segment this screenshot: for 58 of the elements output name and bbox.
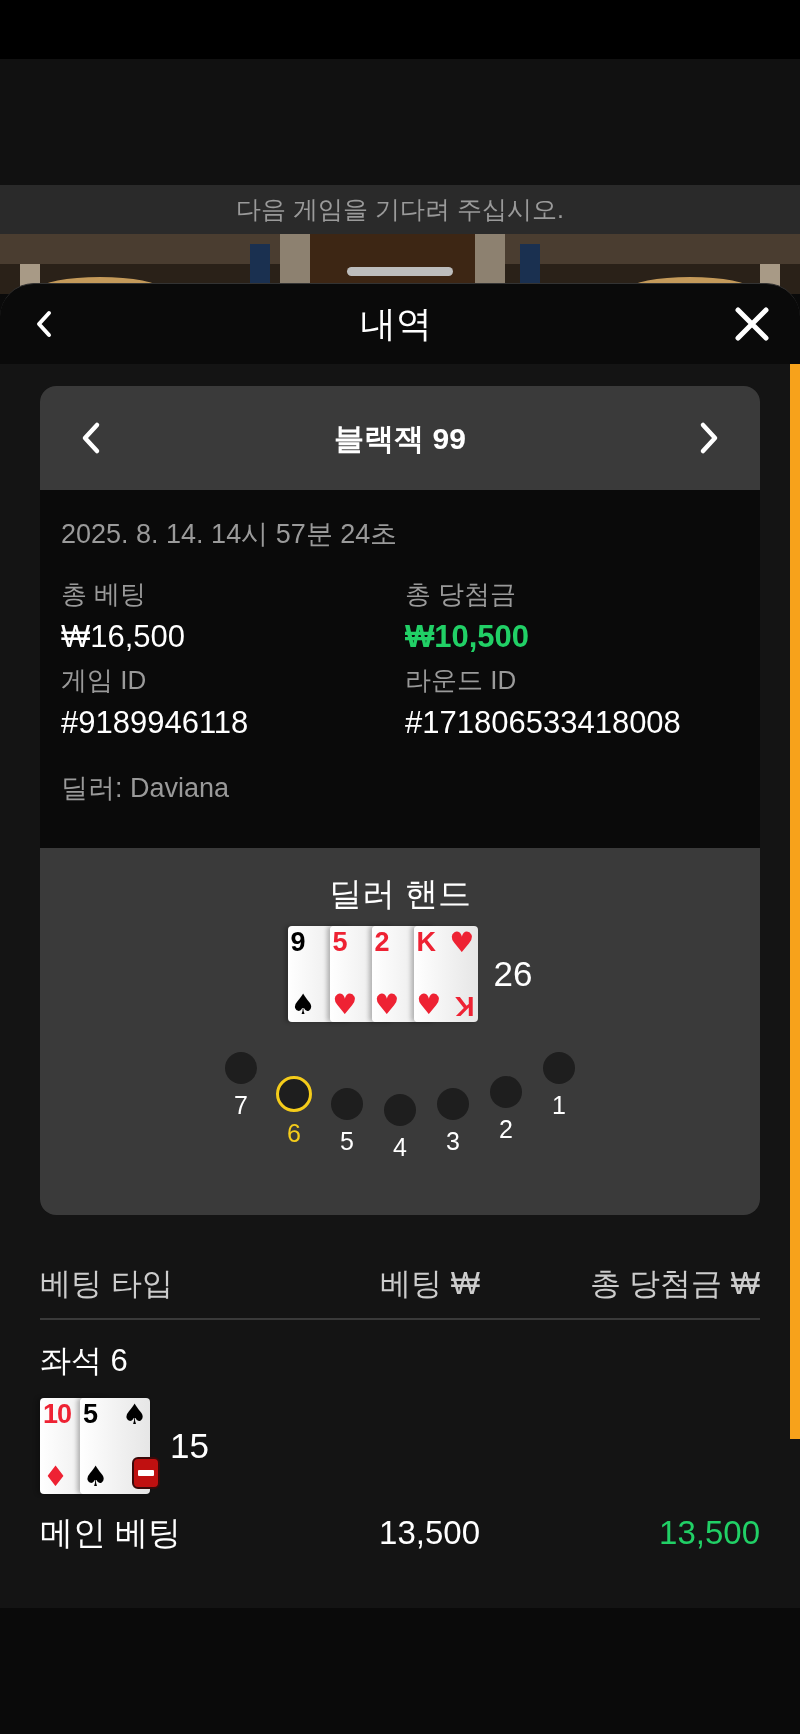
close-icon xyxy=(734,306,770,342)
column-header: 베팅 타입 xyxy=(40,1265,174,1303)
seat-title: 좌석 6 xyxy=(40,1341,129,1380)
suit-symbol: ♥ xyxy=(416,991,442,1019)
card-rank: 5 xyxy=(332,929,347,956)
seat-number: 2 xyxy=(499,1114,513,1144)
field-value: #171806533418008 xyxy=(405,704,682,742)
minus-icon xyxy=(138,1470,154,1476)
seat-marker[interactable] xyxy=(543,1052,575,1084)
card-rank: 10 xyxy=(43,1401,72,1428)
banner-message: 다음 게임을 기다려 주십시오. xyxy=(236,193,564,225)
seat-number: 1 xyxy=(552,1090,566,1120)
field-value: ₩10,500 xyxy=(405,618,531,656)
seat-marker[interactable] xyxy=(490,1076,522,1108)
win-amount-cell-text: 13,500 xyxy=(658,1513,760,1553)
close-button[interactable] xyxy=(732,304,772,344)
field-value: ₩16,500 xyxy=(61,618,187,656)
field-label: 게임 ID xyxy=(61,664,148,697)
suit-symbol: ♠ xyxy=(83,1463,109,1491)
suit-symbol: ♥ xyxy=(332,991,358,1019)
hand-total: 15 xyxy=(170,1424,209,1467)
seat-number: 7 xyxy=(234,1090,248,1120)
field-label: 라운드 ID xyxy=(405,664,518,697)
chevron-left-icon xyxy=(80,421,102,455)
bet-type-cell-text: 메인 베팅 xyxy=(40,1513,183,1553)
seat-number: 6 xyxy=(287,1118,301,1148)
bet-amount-cell-text: 13,500 xyxy=(378,1513,480,1553)
suit-symbol: ♦ xyxy=(43,1463,69,1491)
card-rank: 9 xyxy=(290,929,305,956)
chevron-right-icon xyxy=(698,421,720,455)
game-datetime: 2025. 8. 14. 14시 57분 24초 xyxy=(61,518,399,551)
field-value: #9189946118 xyxy=(61,704,250,742)
field-label: 총 당첨금 xyxy=(405,578,518,611)
dealer-hand-title: 딜러 핸드 xyxy=(329,874,471,914)
hand-total: 26 xyxy=(493,952,533,995)
suit-symbol: ♥ xyxy=(449,929,475,957)
seat-number: 3 xyxy=(446,1126,460,1156)
seat-marker[interactable] xyxy=(225,1052,257,1084)
card-rank: K xyxy=(455,992,475,1019)
seat-marker[interactable] xyxy=(437,1088,469,1120)
seat-number: 4 xyxy=(393,1132,407,1162)
drag-handle[interactable] xyxy=(347,267,453,276)
suit-symbol: ♠ xyxy=(290,991,316,1019)
dealer-name: 딜러: Daviana xyxy=(61,772,231,805)
column-header: 베팅 ₩ xyxy=(379,1265,480,1303)
seat-marker[interactable] xyxy=(331,1088,363,1120)
panel-title: 내역 xyxy=(360,302,432,346)
seat-marker[interactable] xyxy=(384,1094,416,1126)
field-label: 총 베팅 xyxy=(61,578,148,611)
seat-number: 5 xyxy=(340,1126,354,1156)
suit-symbol: ♥ xyxy=(374,991,400,1019)
card-rank: 5 xyxy=(83,1401,98,1428)
suit-symbol: ♠ xyxy=(121,1401,147,1429)
card-rank: 2 xyxy=(374,929,389,956)
column-header: 총 당첨금 ₩ xyxy=(588,1265,760,1303)
seat-marker[interactable] xyxy=(276,1076,312,1112)
game-title: 블랙잭 99 xyxy=(334,420,466,457)
card-rank: K xyxy=(416,929,436,956)
